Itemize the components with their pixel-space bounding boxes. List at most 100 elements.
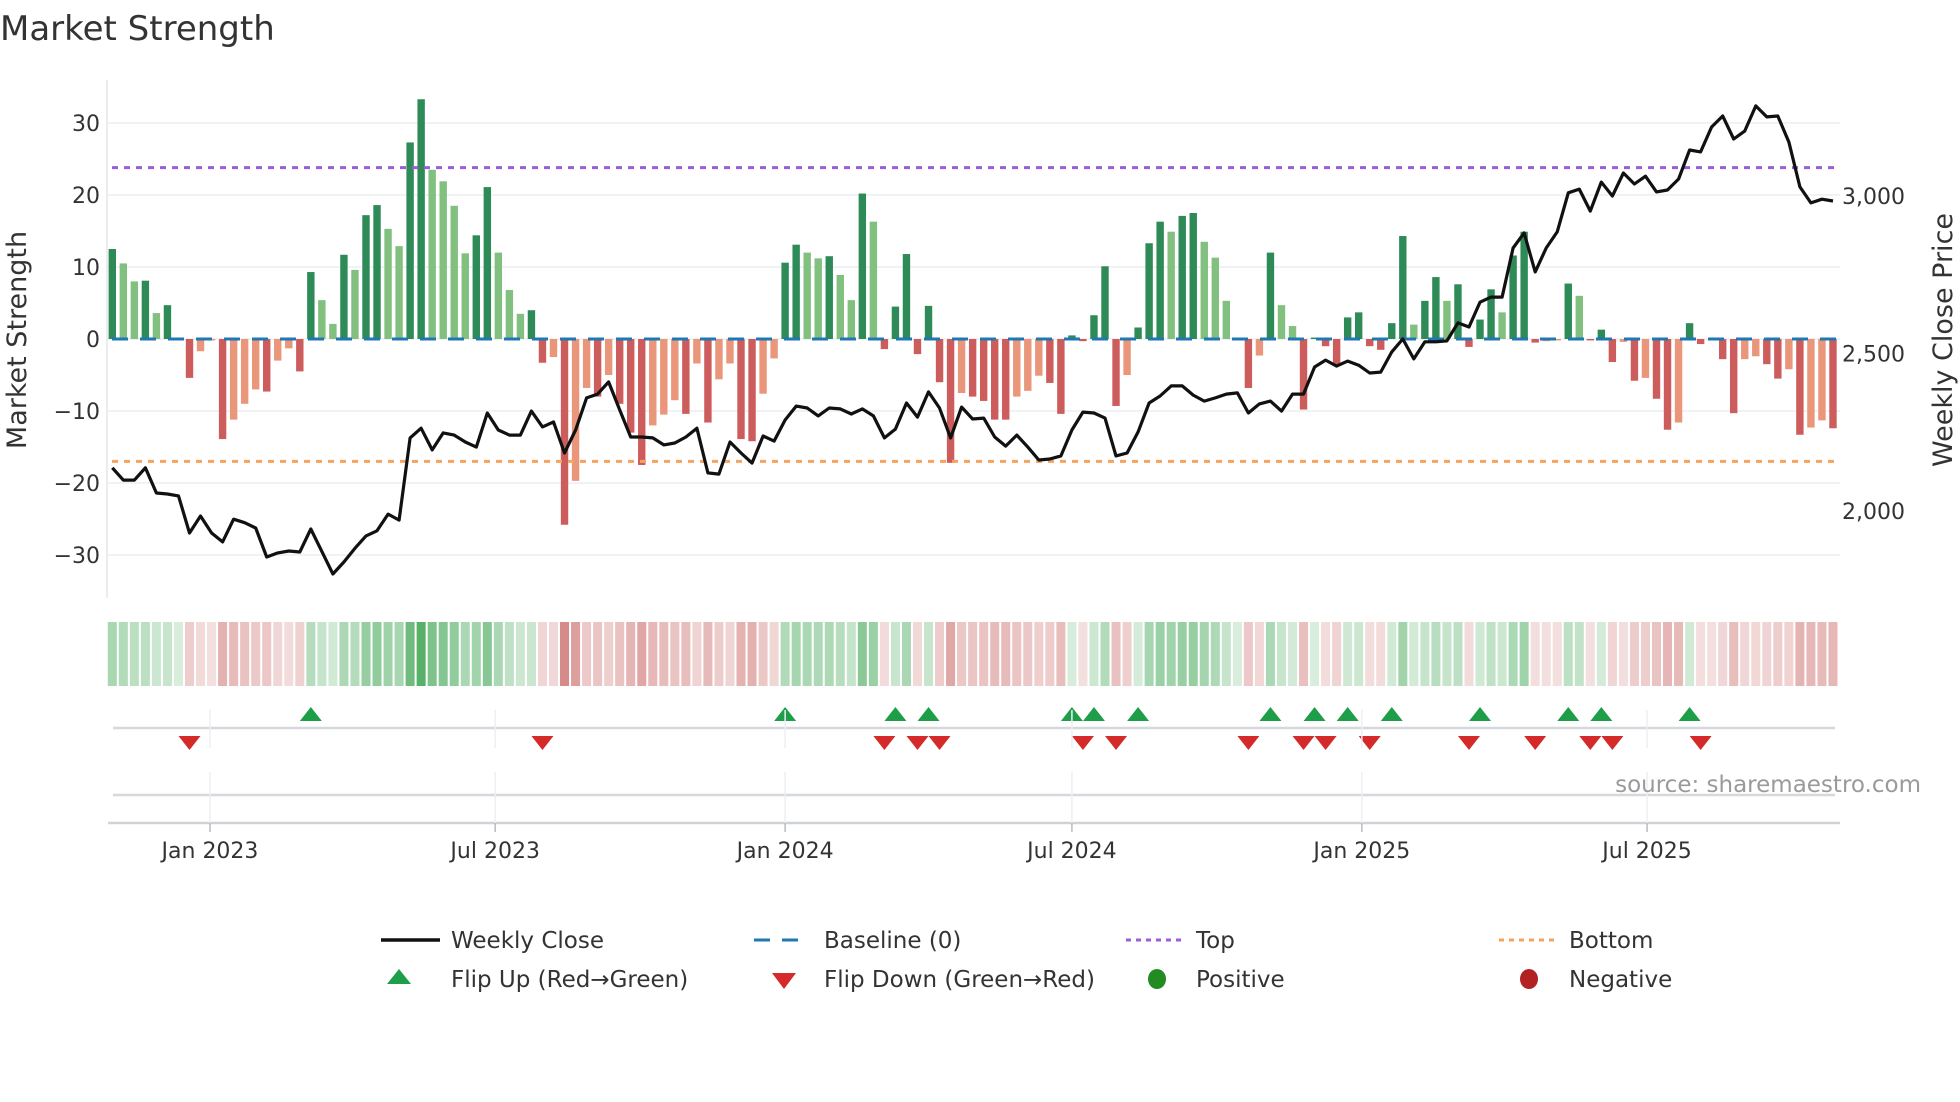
strength-heatmap-strip (107, 622, 1838, 686)
heatmap-cell (990, 622, 1000, 686)
heatmap-cell (648, 622, 658, 686)
bar-negative (1652, 339, 1661, 399)
heatmap-cell (537, 622, 547, 686)
legend-label: Bottom (1569, 928, 1653, 954)
legend-item-flip-down[interactable]: Flip Down (Green→Red) (772, 967, 1095, 993)
heatmap-cell (173, 622, 183, 686)
heatmap-cell (582, 622, 592, 686)
flip-markers (113, 707, 1835, 797)
flip-up-marker (1590, 707, 1613, 721)
legend-item-negative[interactable]: Negative (1520, 967, 1672, 993)
heatmap-cell (1806, 622, 1816, 686)
bar-positive (1288, 326, 1297, 339)
heatmap-cell (946, 622, 956, 686)
bar-negative (1674, 339, 1683, 423)
heatmap-cell (813, 622, 823, 686)
flip-down-marker (1689, 736, 1712, 750)
heatmap-cell (593, 622, 603, 686)
bar-positive (858, 193, 867, 339)
heatmap-cell (824, 622, 834, 686)
bar-negative (1829, 339, 1837, 429)
heatmap-cell (1762, 622, 1772, 686)
bar-positive (108, 249, 116, 339)
bar-positive (1145, 243, 1153, 339)
bar-negative (946, 339, 955, 463)
heatmap-cell (383, 622, 393, 686)
legend-item-flip-up[interactable]: Flip Up (Red→Green) (387, 967, 688, 993)
heatmap-cell (1287, 622, 1298, 686)
heatmap-cell (1784, 622, 1794, 686)
heatmap-cell (571, 622, 581, 686)
flip-down-marker (1105, 736, 1128, 750)
heatmap-cell (780, 622, 790, 686)
y2-axis-ticks: 3,000 2,500 2,000 (1842, 185, 1905, 525)
bar-negative (538, 339, 547, 363)
bar-positive (1388, 323, 1396, 339)
heatmap-cell (1376, 622, 1386, 686)
flip-down-marker (1314, 736, 1337, 750)
heatmap-cell (1122, 622, 1132, 686)
legend-item-top[interactable]: Top (1126, 928, 1235, 954)
heatmap-cell (1707, 622, 1717, 686)
heatmap-cell (1034, 622, 1044, 686)
heatmap-cell (1188, 622, 1198, 686)
legend-item-baseline[interactable]: Baseline (0) (754, 928, 961, 954)
bar-negative (1035, 339, 1043, 376)
heatmap-cell (1321, 622, 1331, 686)
bar-negative (549, 339, 558, 357)
bar-negative (1718, 339, 1727, 360)
bar-negative (240, 339, 249, 404)
heatmap-cell (295, 622, 305, 686)
heatmap-cell (1795, 622, 1805, 686)
y-tick-label: 10 (72, 256, 100, 281)
bar-negative (1807, 339, 1815, 428)
heatmap-cell (1519, 622, 1529, 686)
bar-negative (627, 339, 635, 433)
heatmap-cell (471, 622, 481, 686)
x-axis: Jan 2023 Jul 2023 Jan 2024 Jul 2024 Jan 2025… (108, 710, 1840, 864)
bar-positive (1134, 327, 1142, 339)
heatmap-cell (240, 622, 250, 686)
heatmap-cell (1365, 622, 1375, 686)
bar-negative (1586, 339, 1595, 341)
bar-negative (759, 339, 767, 394)
heatmap-cell (1696, 622, 1706, 686)
heatmap-cell (957, 622, 967, 686)
heatmap-cell (835, 622, 845, 686)
bar-negative (1002, 339, 1010, 420)
x-tick-label: Jan 2023 (160, 839, 259, 864)
bar-negative (571, 339, 580, 481)
y2-tick-label: 2,500 (1842, 343, 1905, 368)
heatmap-cell (405, 622, 415, 686)
bar-positive (1432, 277, 1440, 339)
y-tick-label: 0 (86, 328, 100, 353)
legend-label: Negative (1569, 967, 1672, 993)
bar-positive (417, 99, 425, 340)
legend-item-bottom[interactable]: Bottom (1499, 928, 1653, 954)
bar-positive (1399, 236, 1407, 339)
heatmap-cell (229, 622, 239, 686)
heatmap-cell (1276, 622, 1286, 686)
y2-tick-label: 2,000 (1842, 500, 1905, 525)
bar-negative (957, 339, 966, 393)
flip-up-marker (1557, 707, 1580, 721)
heatmap-cell (438, 622, 448, 686)
bar-positive (781, 262, 789, 339)
heatmap-cell (924, 622, 934, 686)
flip-up-marker (1469, 707, 1492, 721)
heatmap-cell (460, 622, 470, 686)
heatmap-cell (1508, 622, 1518, 686)
triangle-down-icon (772, 973, 796, 989)
heatmap-cell (912, 622, 923, 686)
heatmap-cell (1563, 622, 1573, 686)
bar-negative (671, 339, 679, 401)
flip-up-marker (1082, 707, 1105, 721)
bar-negative (1013, 339, 1021, 397)
legend-item-weekly-close[interactable]: Weekly Close (381, 928, 604, 954)
bar-negative (682, 339, 690, 414)
heatmap-cell (273, 622, 283, 686)
bar-negative (196, 339, 205, 352)
bar-positive (384, 228, 392, 339)
bar-positive (1421, 300, 1429, 339)
legend-item-positive[interactable]: Positive (1148, 967, 1285, 993)
